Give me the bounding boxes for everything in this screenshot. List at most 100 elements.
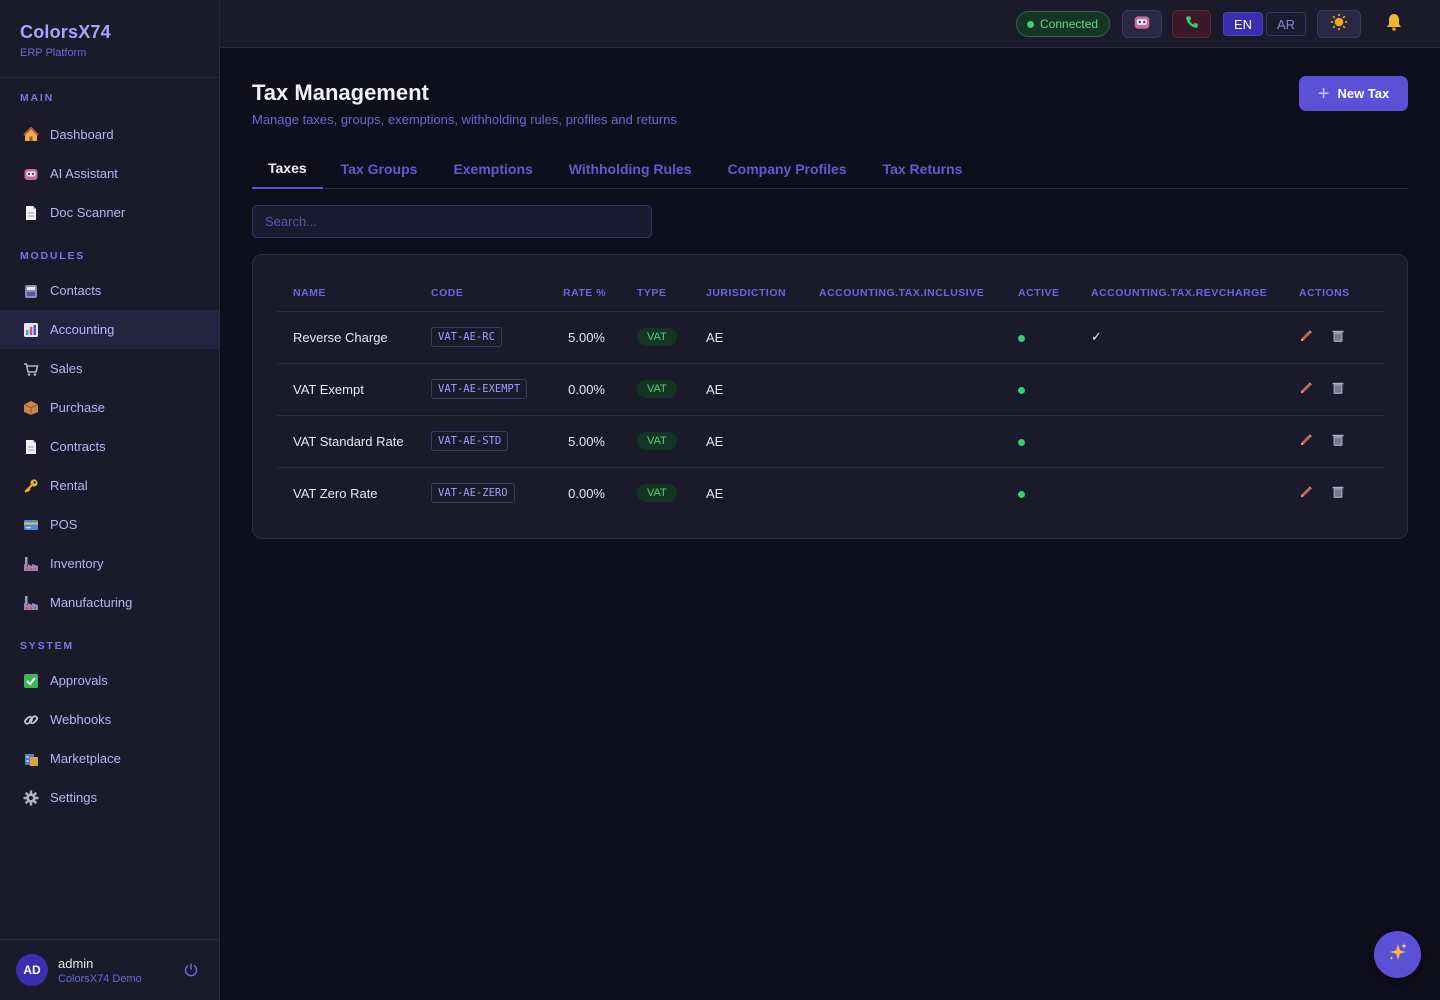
tax-jurisdiction: AE — [690, 415, 803, 468]
cart-icon — [22, 360, 40, 378]
package-icon — [22, 399, 40, 417]
sidebar-item-manufacturing[interactable]: Manufacturing — [0, 583, 219, 622]
sidebar-item-settings[interactable]: Settings — [0, 778, 219, 817]
connection-status-badge: Connected — [1016, 11, 1110, 37]
edit-icon[interactable] — [1299, 381, 1313, 395]
sidebar-item-rental[interactable]: Rental — [0, 466, 219, 505]
tax-revcharge — [1075, 363, 1283, 416]
edit-icon[interactable] — [1299, 329, 1313, 343]
sidebar: ColorsX74 ERP Platform MAIN Dashboard AI… — [0, 0, 220, 1000]
table-row[interactable]: VAT Standard Rate VAT-AE-STD 5.00% VAT A… — [277, 415, 1383, 468]
ai-sparkle-button[interactable] — [1374, 931, 1421, 978]
active-status-dot-icon — [1018, 438, 1025, 446]
call-button[interactable] — [1172, 10, 1211, 38]
delete-icon[interactable] — [1331, 329, 1345, 343]
power-icon[interactable] — [183, 962, 199, 983]
connection-status-label: Connected — [1040, 17, 1099, 31]
active-status-dot-icon — [1018, 334, 1025, 342]
tax-type: VAT — [621, 311, 690, 364]
tax-code-chip: VAT-AE-STD — [431, 431, 509, 451]
tax-type-badge: VAT — [637, 432, 677, 450]
column-header-inclusive[interactable]: ACCOUNTING.TAX.INCLUSIVE — [803, 275, 1002, 312]
chart-icon — [22, 321, 40, 339]
column-header-code[interactable]: CODE — [415, 275, 547, 312]
tax-jurisdiction: AE — [690, 311, 803, 364]
sidebar-item-contracts[interactable]: Contracts — [0, 427, 219, 466]
sidebar-item-doc-scanner[interactable]: Doc Scanner — [0, 193, 219, 232]
user-box: AD admin ColorsX74 Demo — [0, 939, 219, 1000]
column-header-active[interactable]: ACTIVE — [1002, 275, 1075, 312]
column-header-revcharge[interactable]: ACCOUNTING.TAX.REVCHARGE — [1075, 275, 1283, 312]
sidebar-item-dashboard[interactable]: Dashboard — [0, 115, 219, 154]
tab-tax-groups[interactable]: Tax Groups — [323, 148, 436, 189]
sidebar-item-pos[interactable]: POS — [0, 505, 219, 544]
tax-rate: 0.00% — [568, 485, 605, 501]
tab-taxes[interactable]: Taxes — [252, 148, 323, 189]
avatar[interactable]: AD — [16, 954, 48, 986]
link-icon — [22, 711, 40, 729]
document-icon — [22, 204, 40, 222]
delete-icon[interactable] — [1331, 485, 1345, 499]
edit-icon[interactable] — [1299, 433, 1313, 447]
tax-actions — [1283, 311, 1383, 364]
search-input[interactable] — [252, 205, 652, 238]
theme-toggle-button[interactable] — [1317, 10, 1361, 38]
sidebar-item-label: Inventory — [50, 556, 104, 571]
taxes-table-card: NAME CODE RATE % TYPE JURISDICTION ACCOU… — [252, 254, 1408, 539]
sidebar-item-sales[interactable]: Sales — [0, 349, 219, 388]
tax-inclusive — [803, 311, 1002, 364]
sidebar-item-webhooks[interactable]: Webhooks — [0, 700, 219, 739]
table-row[interactable]: Reverse Charge VAT-AE-RC 5.00% VAT AE ✓ — [277, 311, 1383, 364]
new-tax-button[interactable]: + New Tax — [1299, 76, 1408, 111]
tax-name: VAT Exempt — [277, 363, 415, 416]
sidebar-item-approvals[interactable]: Approvals — [0, 661, 219, 700]
tax-inclusive — [803, 467, 1002, 519]
lang-ar-button[interactable]: AR — [1266, 12, 1306, 36]
tax-active — [1002, 311, 1075, 364]
ai-assistant-button[interactable] — [1122, 10, 1162, 38]
user-name: admin — [58, 955, 94, 971]
delete-icon[interactable] — [1331, 381, 1345, 395]
tax-rate: 5.00% — [547, 311, 621, 364]
table-row[interactable]: VAT Zero Rate VAT-AE-ZERO 0.00% VAT AE — [277, 467, 1383, 519]
tab-exemptions[interactable]: Exemptions — [435, 148, 550, 189]
sidebar-item-label: Purchase — [50, 400, 105, 415]
column-header-type[interactable]: TYPE — [621, 275, 690, 312]
sun-icon — [1330, 13, 1348, 36]
house-icon — [22, 126, 40, 144]
brand-subtitle: ERP Platform — [20, 47, 87, 59]
plus-icon: + — [1317, 82, 1330, 105]
tax-type-badge: VAT — [637, 328, 677, 346]
sidebar-item-label: Settings — [50, 790, 97, 805]
sidebar-item-contacts[interactable]: Contacts — [0, 271, 219, 310]
brand[interactable]: ColorsX74 ERP Platform — [0, 0, 219, 78]
sidebar-item-ai-assistant[interactable]: AI Assistant — [0, 154, 219, 193]
sidebar-item-inventory[interactable]: Inventory — [0, 544, 219, 583]
tab-tax-returns[interactable]: Tax Returns — [865, 148, 981, 189]
tax-type: VAT — [621, 467, 690, 519]
sidebar-item-marketplace[interactable]: Marketplace — [0, 739, 219, 778]
tab-company-profiles[interactable]: Company Profiles — [710, 148, 865, 189]
tax-code: VAT-AE-ZERO — [415, 467, 547, 519]
topbar: Connected EN AR — [220, 0, 1440, 48]
document-icon — [22, 438, 40, 456]
tab-withholding-rules[interactable]: Withholding Rules — [551, 148, 710, 189]
table-row[interactable]: VAT Exempt VAT-AE-EXEMPT 0.00% VAT AE — [277, 363, 1383, 416]
sidebar-item-label: AI Assistant — [50, 166, 118, 181]
tax-revcharge — [1075, 467, 1283, 519]
shop-icon — [22, 750, 40, 768]
tax-jurisdiction: AE — [690, 363, 803, 416]
sparkle-icon — [1387, 941, 1409, 968]
edit-icon[interactable] — [1299, 485, 1313, 499]
delete-icon[interactable] — [1331, 433, 1345, 447]
column-header-jurisdiction[interactable]: JURISDICTION — [690, 275, 803, 312]
tax-revcharge: ✓ — [1075, 311, 1283, 364]
card-icon — [22, 516, 40, 534]
column-header-rate[interactable]: RATE % — [547, 275, 621, 312]
column-header-name[interactable]: NAME — [277, 275, 415, 312]
lang-en-button[interactable]: EN — [1223, 12, 1263, 36]
sidebar-item-accounting[interactable]: Accounting — [0, 310, 219, 349]
taxes-table: NAME CODE RATE % TYPE JURISDICTION ACCOU… — [277, 275, 1383, 519]
notifications-button[interactable] — [1380, 10, 1408, 38]
sidebar-item-purchase[interactable]: Purchase — [0, 388, 219, 427]
